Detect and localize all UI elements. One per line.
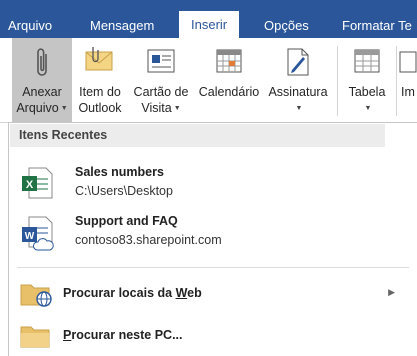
table-icon — [352, 46, 382, 80]
outlook-item-button[interactable]: Item do Outlook — [73, 38, 127, 122]
outlook-item-icon — [83, 46, 117, 80]
business-card-icon — [145, 46, 177, 80]
recent-item-path: C:\Users\Desktop — [75, 184, 173, 198]
tab-arquivo[interactable]: Arquivo — [8, 14, 52, 38]
tab-mensagem[interactable]: Mensagem — [90, 14, 154, 38]
business-card-label-2: Visita — [141, 101, 172, 115]
images-label: Im — [401, 85, 415, 99]
recent-item-path: contoso83.sharepoint.com — [75, 233, 222, 247]
calendar-icon — [214, 46, 244, 80]
calendar-button[interactable]: Calendário — [195, 38, 263, 122]
table-label: Tabela — [348, 85, 386, 99]
recent-item-name: Support and FAQ — [75, 214, 178, 228]
recent-item-name: Sales numbers — [75, 165, 164, 179]
svg-text:W: W — [25, 231, 35, 242]
browse-web-label: Procurar locais da Web — [63, 286, 202, 300]
browse-pc-label: Procurar neste PC... — [63, 328, 183, 342]
tab-inserir[interactable]: Inserir — [179, 11, 240, 38]
business-card-label-1: Cartão de — [133, 85, 189, 99]
signature-label: Assinatura — [268, 85, 328, 99]
outlook-item-label-2: Outlook — [78, 101, 122, 115]
tab-formatar-texto[interactable]: Formatar Te — [342, 14, 412, 38]
ribbon-group-separator — [337, 46, 338, 116]
excel-file-icon: X — [19, 165, 55, 206]
word-file-icon: W — [19, 214, 55, 259]
attach-file-button[interactable]: Anexar Arquivo ▼ — [12, 38, 72, 122]
web-folder-icon — [19, 280, 55, 313]
signature-button[interactable]: Assinatura ▼ — [264, 38, 332, 122]
tab-opcoes[interactable]: Opções — [264, 14, 309, 38]
ribbon: Anexar Arquivo ▼ Item do Outlook Cartão … — [0, 38, 417, 123]
dropdown-caret-icon: ▼ — [295, 105, 303, 112]
svg-text:X: X — [26, 179, 34, 191]
table-button[interactable]: Tabela ▼ — [342, 38, 392, 122]
signature-icon — [283, 46, 313, 82]
business-card-button[interactable]: Cartão de Visita ▼ — [128, 38, 194, 122]
paperclip-icon — [30, 46, 54, 84]
dropdown-caret-icon: ▼ — [60, 105, 68, 112]
attach-file-label-1: Anexar — [22, 85, 62, 99]
attach-file-label-2: Arquivo — [16, 101, 59, 115]
calendar-label: Calendário — [198, 85, 260, 99]
images-button[interactable]: Im — [399, 38, 417, 122]
dropdown-caret-icon: ▼ — [173, 105, 181, 112]
recent-item-sales-numbers[interactable]: X Sales numbers C:\Users\Desktop — [19, 163, 379, 209]
browse-web-locations[interactable]: Procurar locais da Web ▶ — [19, 277, 399, 311]
attach-file-dropdown: Itens Recentes X Sales numbers C:\Users\… — [8, 122, 417, 356]
ribbon-group-separator — [396, 46, 397, 116]
folder-icon — [19, 322, 55, 355]
ribbon-tab-bar: Arquivo Mensagem Inserir Opções Formatar… — [0, 0, 417, 38]
recent-items-header: Itens Recentes — [10, 124, 385, 147]
dropdown-caret-icon: ▼ — [364, 105, 372, 112]
panel-divider — [17, 267, 409, 268]
browse-this-pc[interactable]: Procurar neste PC... — [19, 319, 399, 353]
image-icon — [399, 46, 417, 80]
recent-item-support-faq[interactable]: W Support and FAQ contoso83.sharepoint.c… — [19, 212, 379, 258]
chevron-right-icon: ▶ — [388, 287, 395, 297]
outlook-item-label-1: Item do — [79, 85, 121, 99]
